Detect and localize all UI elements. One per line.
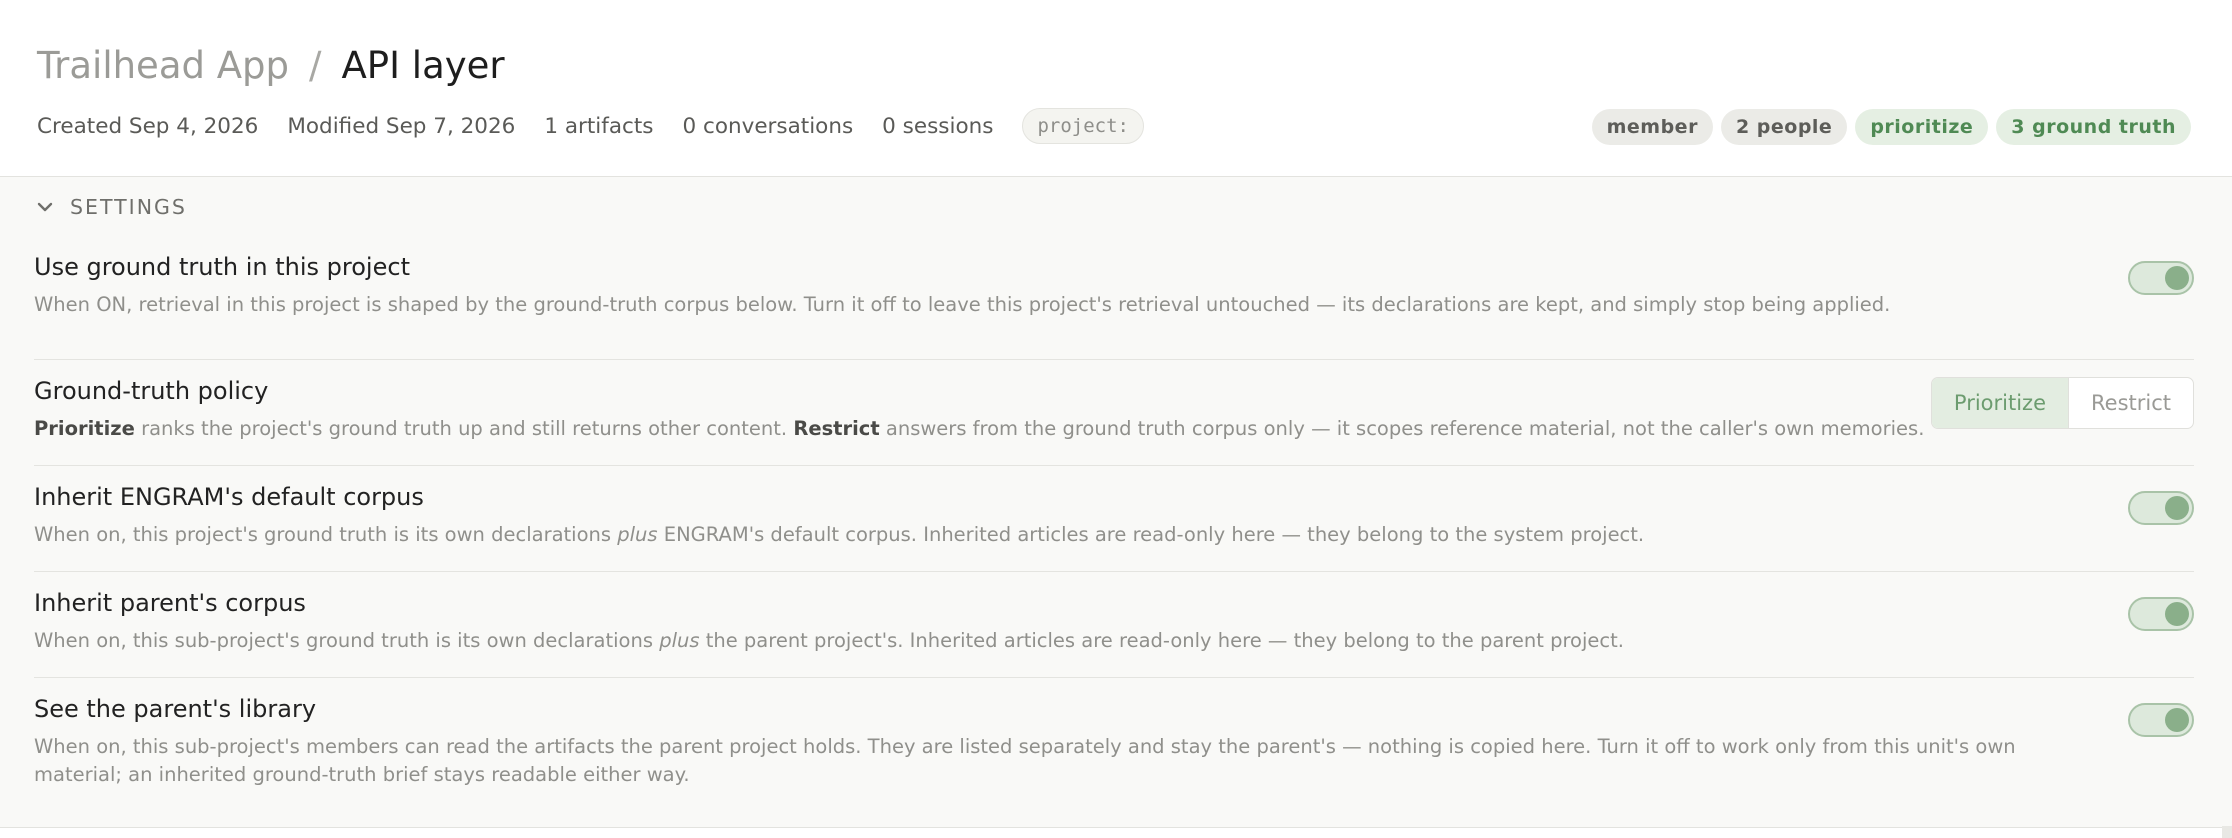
setting-description: When on, this sub-project's ground truth… [34, 629, 1624, 652]
scrollbar-corner [2222, 826, 2232, 838]
toggle-knob [2165, 708, 2189, 732]
settings-title: SETTINGS [70, 195, 187, 219]
project-header: Trailhead App / API layer Created Sep 4, 2… [0, 0, 2232, 177]
project-code-chip: project: [1022, 108, 1144, 144]
setting-title: Inherit parent's corpus [34, 589, 306, 617]
badge-group: member 2 people prioritize 3 ground trut… [1591, 109, 2191, 145]
people-badge: 2 people [1720, 109, 1848, 145]
setting-row-inherit-engram: Inherit ENGRAM's default corpus When on,… [34, 465, 2194, 572]
setting-title: Use ground truth in this project [34, 253, 410, 281]
project-meta: Created Sep 4, 2026 Modified Sep 7, 2026… [37, 106, 1144, 146]
chevron-down-icon [37, 202, 53, 212]
inherit-engram-toggle[interactable] [2128, 491, 2194, 525]
role-badge: member [1591, 109, 1713, 145]
created-date: Created Sep 4, 2026 [37, 113, 259, 139]
setting-description: When on, this project's ground truth is … [34, 523, 1645, 546]
breadcrumb-separator: / [309, 44, 322, 87]
toggle-knob [2165, 266, 2189, 290]
settings-toggle-header[interactable]: SETTINGS [34, 195, 187, 219]
inherit-parent-toggle[interactable] [2128, 597, 2194, 631]
setting-title: Ground-truth policy [34, 377, 269, 405]
setting-description: When on, this sub-project's members can … [34, 735, 2016, 786]
setting-description: Prioritize ranks the project's ground tr… [34, 417, 1925, 440]
prioritize-term: Prioritize [34, 417, 135, 440]
policy-segmented-control: Prioritize Restrict [1930, 377, 2194, 429]
setting-row-use-ground-truth: Use ground truth in this project When ON… [34, 253, 2194, 360]
modified-date: Modified Sep 7, 2026 [287, 113, 516, 139]
parent-library-toggle[interactable] [2128, 703, 2194, 737]
setting-row-parent-library: See the parent's library When on, this s… [34, 677, 2194, 817]
policy-badge: prioritize [1855, 109, 1989, 145]
setting-title: See the parent's library [34, 695, 317, 723]
artifacts-count: 1 artifacts [544, 113, 654, 139]
setting-description: When ON, retrieval in this project is sh… [34, 293, 1891, 316]
toggle-knob [2165, 602, 2189, 626]
prioritize-option[interactable]: Prioritize [1931, 378, 2068, 428]
sessions-count: 0 sessions [882, 113, 994, 139]
setting-row-inherit-parent: Inherit parent's corpus When on, this su… [34, 571, 2194, 678]
breadcrumb: Trailhead App / API layer [37, 42, 505, 90]
page-title: API layer [341, 44, 505, 87]
ground-truth-badge: 3 ground truth [1996, 109, 2191, 145]
setting-title: Inherit ENGRAM's default corpus [34, 483, 424, 511]
use-ground-truth-toggle[interactable] [2128, 261, 2194, 295]
conversations-count: 0 conversations [682, 113, 854, 139]
restrict-term: Restrict [793, 417, 880, 440]
breadcrumb-parent-link[interactable]: Trailhead App [37, 44, 289, 87]
toggle-knob [2165, 496, 2189, 520]
setting-row-policy: Ground-truth policy Prioritize ranks the… [34, 359, 2194, 466]
restrict-option[interactable]: Restrict [2068, 378, 2193, 428]
settings-section: SETTINGS Use ground truth in this projec… [0, 177, 2232, 828]
